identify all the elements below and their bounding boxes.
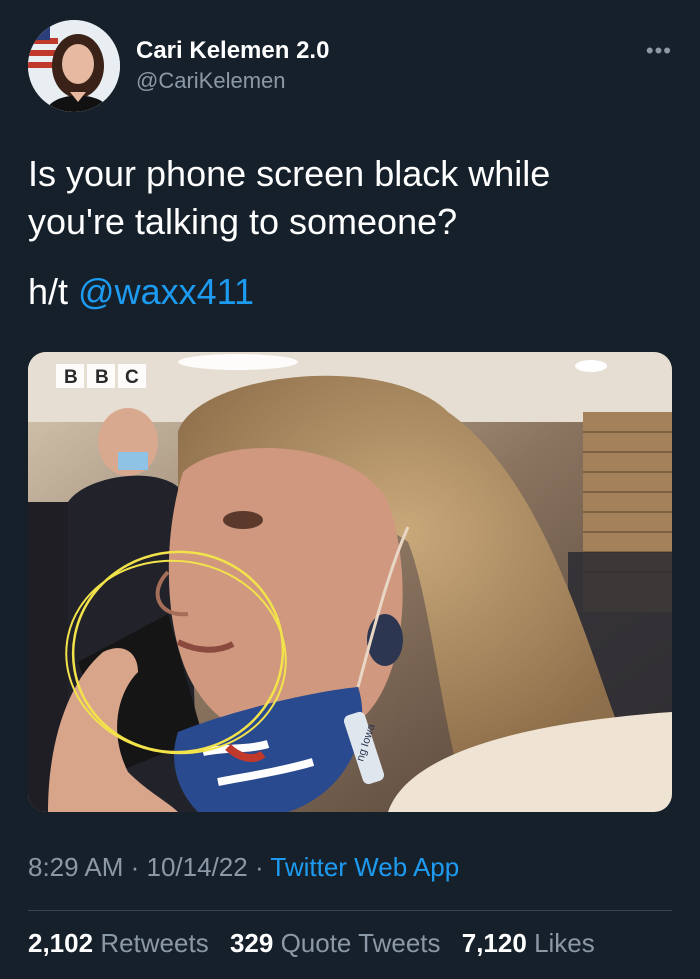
watermark-letter: B [95, 367, 109, 388]
mention-link[interactable]: @waxx411 [78, 271, 254, 312]
likes-label: Likes [534, 928, 595, 958]
ellipsis-icon[interactable]: ••• [646, 38, 672, 64]
avatar-photo [28, 20, 120, 112]
ht-prefix: h/t [28, 271, 79, 312]
quote-tweets-stat[interactable]: 329 Quote Tweets [230, 928, 441, 958]
tweet-text: Is your phone screen black while you're … [28, 153, 551, 242]
quote-tweets-label: Quote Tweets [280, 928, 441, 958]
bbc-watermark: B B C [56, 364, 146, 388]
meta-separator: · [247, 852, 271, 882]
author-avatar[interactable] [28, 20, 120, 112]
engagement-stats: 2,102 Retweets 329 Quote Tweets 7,120 Li… [28, 928, 609, 959]
watermark-letter: C [125, 367, 139, 388]
tweet-date[interactable]: 10/14/22 [147, 852, 248, 882]
likes-count: 7,120 [461, 928, 527, 958]
quote-tweets-count: 329 [229, 928, 274, 958]
watermark-letter: B [64, 367, 78, 388]
author-handle[interactable]: @CariKelemen [136, 66, 329, 96]
retweets-label: Retweets [100, 928, 209, 958]
tweet-header: Cari Kelemen 2.0 @CariKelemen ••• [28, 20, 672, 112]
divider [28, 910, 672, 911]
media-image: ng Iowa B B C [28, 352, 672, 812]
retweets-stat[interactable]: 2,102 Retweets [28, 928, 209, 958]
author-display-name[interactable]: Cari Kelemen 2.0 [136, 36, 329, 66]
likes-stat[interactable]: 7,120 Likes [462, 928, 595, 958]
tweet-meta: 8:29 AM · 10/14/22 · Twitter Web App [28, 852, 459, 883]
source-app-link[interactable]: Twitter Web App [270, 852, 459, 882]
retweets-count: 2,102 [28, 928, 94, 958]
tweet-time[interactable]: 8:29 AM [28, 852, 123, 882]
meta-separator: · [123, 852, 147, 882]
tweet-media-photo[interactable]: ng Iowa B B C [28, 352, 672, 812]
tweet-hat-tip: h/t @waxx411 [28, 268, 254, 316]
